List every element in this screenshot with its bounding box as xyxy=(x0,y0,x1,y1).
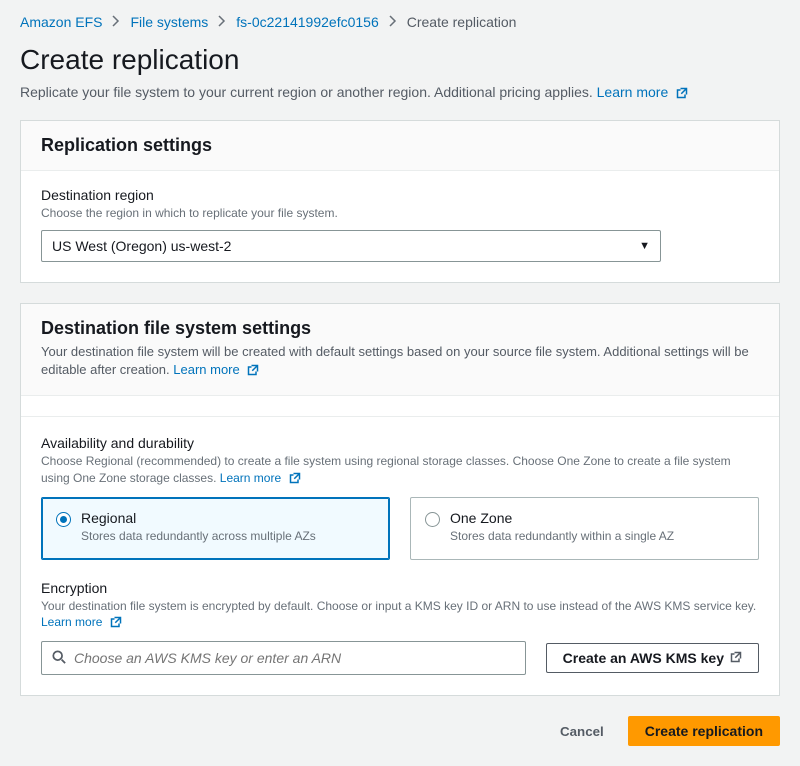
destination-region-select[interactable]: US West (Oregon) us-west-2 ▼ xyxy=(41,230,661,262)
tile-one-zone-desc: Stores data redundantly within a single … xyxy=(450,528,674,545)
external-link-icon xyxy=(289,472,301,489)
chevron-right-icon xyxy=(218,14,226,30)
page-subhead: Replicate your file system to your curre… xyxy=(20,84,780,102)
breadcrumb-link-fsid[interactable]: fs-0c22141992efc0156 xyxy=(236,14,378,30)
learn-more-link[interactable]: Learn more xyxy=(597,84,688,100)
replication-settings-title: Replication settings xyxy=(41,135,759,156)
destination-fs-desc: Your destination file system will be cre… xyxy=(41,343,759,381)
page-subhead-text: Replicate your file system to your curre… xyxy=(20,84,593,100)
panel-header: Replication settings xyxy=(21,121,779,171)
destination-fs-desc-text: Your destination file system will be cre… xyxy=(41,344,749,377)
search-icon xyxy=(52,650,66,667)
destination-region-label: Destination region xyxy=(41,187,759,203)
destination-region-desc: Choose the region in which to replicate … xyxy=(41,205,759,222)
radio-icon xyxy=(425,512,440,527)
destination-fs-panel: Destination file system settings Your de… xyxy=(20,303,780,696)
encryption-desc-text: Your destination file system is encrypte… xyxy=(41,599,756,613)
breadcrumb-link-filesystems[interactable]: File systems xyxy=(130,14,208,30)
learn-more-link[interactable]: Learn more xyxy=(173,362,259,377)
learn-more-label: Learn more xyxy=(41,615,102,629)
learn-more-label: Learn more xyxy=(220,471,281,485)
destination-fs-title: Destination file system settings xyxy=(41,318,759,339)
tile-regional[interactable]: Regional Stores data redundantly across … xyxy=(41,497,390,560)
availability-desc: Choose Regional (recommended) to create … xyxy=(41,453,759,489)
kms-key-input[interactable] xyxy=(74,650,515,666)
tile-regional-desc: Stores data redundantly across multiple … xyxy=(81,528,316,545)
breadcrumb-link-efs[interactable]: Amazon EFS xyxy=(20,14,102,30)
learn-more-link[interactable]: Learn more xyxy=(41,615,122,629)
external-link-icon xyxy=(247,363,259,381)
create-kms-key-label: Create an AWS KMS key xyxy=(563,650,724,666)
caret-down-icon: ▼ xyxy=(639,240,650,252)
breadcrumb: Amazon EFS File systems fs-0c22141992efc… xyxy=(20,10,780,44)
kms-key-input-wrapper[interactable] xyxy=(41,641,526,675)
encryption-desc: Your destination file system is encrypte… xyxy=(41,598,759,634)
panel-header: Destination file system settings Your de… xyxy=(21,304,779,396)
replication-settings-panel: Replication settings Destination region … xyxy=(20,120,780,283)
chevron-right-icon xyxy=(112,14,120,30)
external-link-icon xyxy=(676,86,688,102)
radio-icon xyxy=(56,512,71,527)
tile-one-zone-title: One Zone xyxy=(450,510,674,526)
cancel-button[interactable]: Cancel xyxy=(544,718,620,745)
destination-region-value: US West (Oregon) us-west-2 xyxy=(52,238,231,254)
page-title: Create replication xyxy=(20,44,780,76)
create-kms-key-button[interactable]: Create an AWS KMS key xyxy=(546,643,759,673)
learn-more-label: Learn more xyxy=(597,84,669,100)
create-replication-button[interactable]: Create replication xyxy=(628,716,780,746)
learn-more-label: Learn more xyxy=(173,362,239,377)
tile-one-zone[interactable]: One Zone Stores data redundantly within … xyxy=(410,497,759,560)
footer-actions: Cancel Create replication xyxy=(20,716,780,746)
chevron-right-icon xyxy=(389,14,397,30)
external-link-icon xyxy=(110,616,122,633)
availability-desc-text: Choose Regional (recommended) to create … xyxy=(41,454,731,485)
learn-more-link[interactable]: Learn more xyxy=(220,471,301,485)
breadcrumb-current: Create replication xyxy=(407,14,517,30)
external-link-icon xyxy=(730,650,742,666)
encryption-label: Encryption xyxy=(41,580,759,596)
tile-regional-title: Regional xyxy=(81,510,316,526)
availability-label: Availability and durability xyxy=(41,435,759,451)
